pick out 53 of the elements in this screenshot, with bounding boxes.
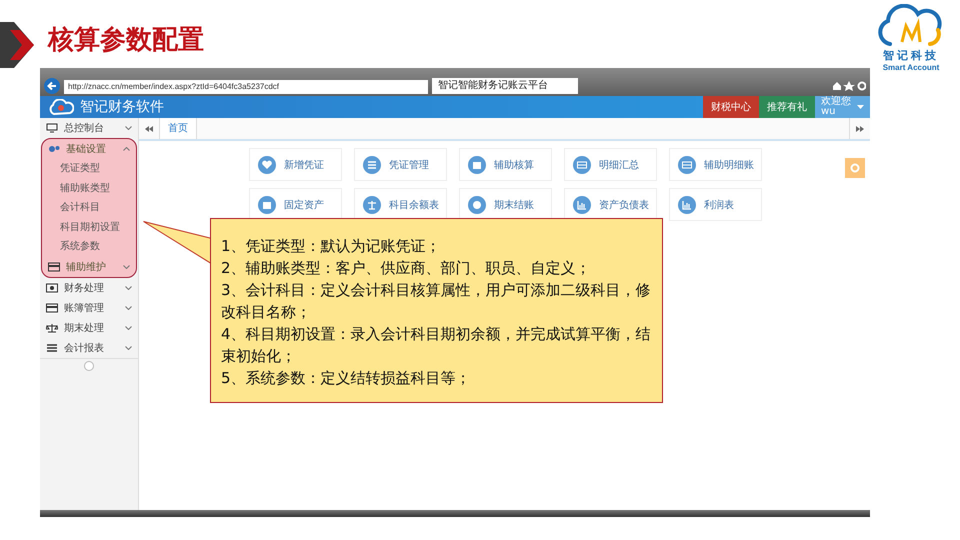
sidebar-item[interactable]: 账簿管理 <box>40 298 138 318</box>
back-icon[interactable] <box>44 78 60 94</box>
sidebar-subitem[interactable]: 科目期初设置 <box>42 218 136 237</box>
address-bar[interactable]: http://znacc.cn/member/index.aspx?ztId=6404fc3a5237cdcf <box>64 80 428 94</box>
shortcut-tile[interactable]: 利润表 <box>669 188 762 221</box>
double-chevron-right-icon[interactable] <box>856 126 864 132</box>
double-chevron-left-icon[interactable] <box>145 126 153 132</box>
caret-down-icon[interactable] <box>857 105 864 109</box>
table-icon <box>678 156 696 174</box>
browser-tab[interactable]: 智记智能财务记账云平台 <box>432 78 578 94</box>
logo-tagline: Smart Account <box>882 63 940 72</box>
card-icon <box>48 262 60 272</box>
gears-icon <box>48 144 60 154</box>
list-icon <box>363 156 381 174</box>
monitor-icon <box>46 123 58 133</box>
logo-name: 智记科技 <box>883 48 939 63</box>
callout-text: 3、会计科目：定义会计科目核算属性，用户可添加二级科目，修改科目名称； <box>221 280 652 323</box>
chart-icon <box>573 196 591 214</box>
gear-icon <box>850 163 860 173</box>
chart-icon <box>678 196 696 214</box>
sidebar-subitem[interactable]: 会计科目 <box>42 198 136 218</box>
chevron-arrow-icon <box>0 22 34 68</box>
callout-text: 4、科目期初设置：录入会计科目期初余额，并完成试算平衡，结束初始化； <box>221 324 652 367</box>
header-button[interactable]: 财税中心 <box>703 96 759 118</box>
app-name: 智记财务软件 <box>80 98 164 116</box>
shortcut-tile[interactable]: 辅助核算 <box>459 148 552 181</box>
callout-text: 5、系统参数：定义结转损益科目等； <box>221 368 472 389</box>
sidebar-item[interactable]: 基础设置 <box>42 139 136 159</box>
slide-title: 核算参数配置 <box>48 24 204 57</box>
sidebar-subitem[interactable]: 系统参数 <box>42 237 136 256</box>
list-icon <box>46 342 58 352</box>
callout-text: 1、凭证类型：默认为记账凭证； <box>221 236 442 257</box>
collapse-handle-icon[interactable] <box>84 360 94 370</box>
dot-icon <box>468 196 486 214</box>
money-icon <box>46 282 58 292</box>
home-star-gear-icons-drawing <box>832 81 866 91</box>
card-icon <box>46 302 58 312</box>
shortcut-tile[interactable]: 辅助明细账 <box>669 148 762 181</box>
table-icon <box>573 156 591 174</box>
sidebar-subitem[interactable]: 辅助账类型 <box>42 178 136 198</box>
cloud-logo-icon <box>48 99 74 115</box>
sidebar-item[interactable]: 会计报表 <box>40 338 138 358</box>
sidebar-item[interactable]: 期末处理 <box>40 318 138 338</box>
sidebar-subitem[interactable]: 凭证类型 <box>42 159 136 178</box>
callout-text: 2、辅助账类型：客户、供应商、部门、职员、自定义； <box>221 258 592 279</box>
sidebar-item[interactable]: 财务处理 <box>40 278 138 298</box>
shortcut-tile[interactable]: 凭证管理 <box>354 148 447 181</box>
shortcut-tile[interactable]: 明细汇总 <box>564 148 657 181</box>
shortcut-tile[interactable]: 新增凭证 <box>249 148 342 181</box>
sidebar-item[interactable]: 辅助维护 <box>42 256 136 276</box>
sidebar-item[interactable]: 总控制台 <box>40 118 138 138</box>
header-button[interactable]: 推荐有礼 <box>759 96 815 118</box>
page-tab[interactable]: 首页 <box>159 118 197 139</box>
